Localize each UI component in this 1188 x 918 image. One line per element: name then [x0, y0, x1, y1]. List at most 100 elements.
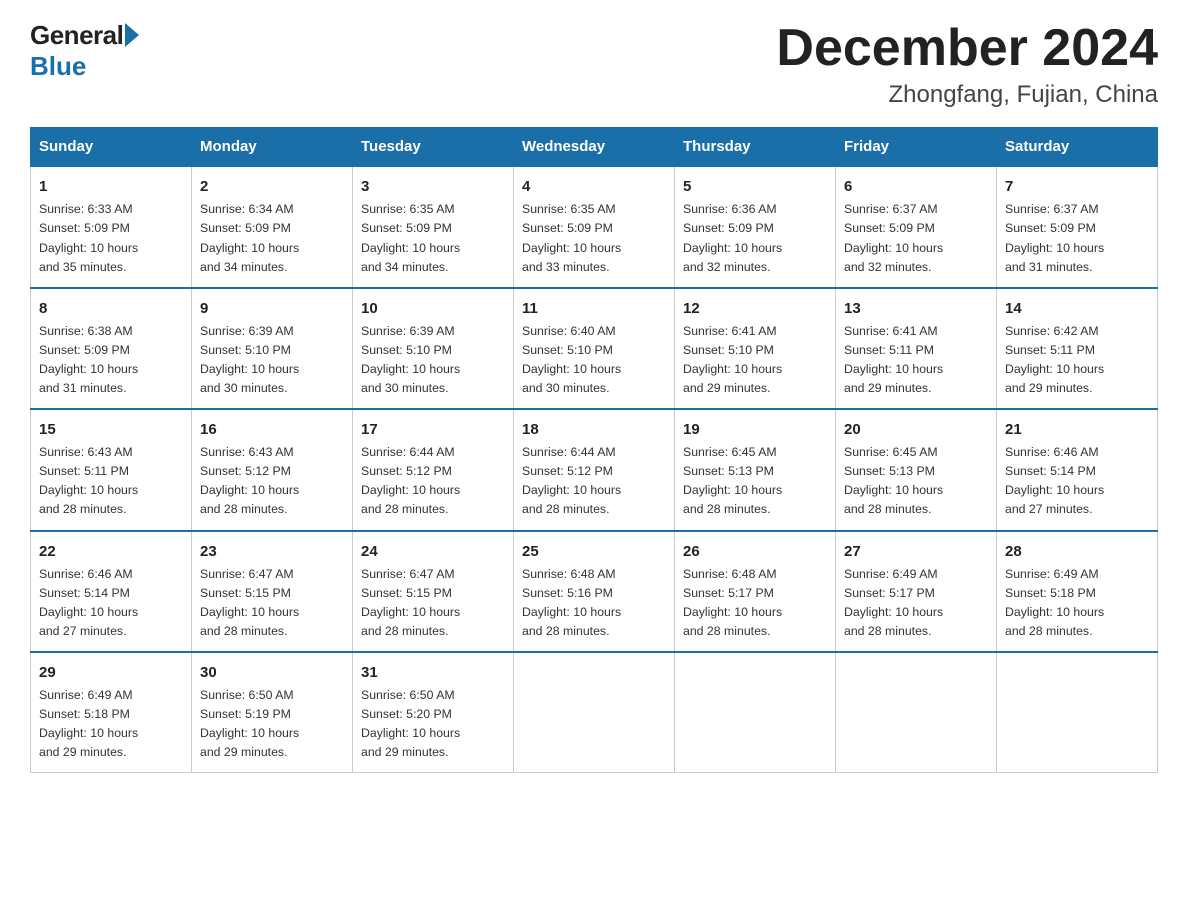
- day-info: Sunrise: 6:35 AM Sunset: 5:09 PM Dayligh…: [522, 200, 666, 276]
- calendar-cell: 1Sunrise: 6:33 AM Sunset: 5:09 PM Daylig…: [31, 166, 192, 287]
- day-number: 5: [683, 175, 827, 198]
- day-info: Sunrise: 6:45 AM Sunset: 5:13 PM Dayligh…: [683, 443, 827, 519]
- calendar-cell: 3Sunrise: 6:35 AM Sunset: 5:09 PM Daylig…: [353, 166, 514, 287]
- day-info: Sunrise: 6:46 AM Sunset: 5:14 PM Dayligh…: [1005, 443, 1149, 519]
- day-number: 7: [1005, 175, 1149, 198]
- day-info: Sunrise: 6:35 AM Sunset: 5:09 PM Dayligh…: [361, 200, 505, 276]
- weekday-header-tuesday: Tuesday: [353, 128, 514, 167]
- title-section: December 2024 Zhongfang, Fujian, China: [776, 20, 1158, 109]
- calendar-cell: 13Sunrise: 6:41 AM Sunset: 5:11 PM Dayli…: [836, 288, 997, 409]
- calendar-cell: 23Sunrise: 6:47 AM Sunset: 5:15 PM Dayli…: [192, 531, 353, 652]
- day-number: 17: [361, 418, 505, 441]
- month-title: December 2024: [776, 20, 1158, 77]
- day-info: Sunrise: 6:50 AM Sunset: 5:20 PM Dayligh…: [361, 686, 505, 762]
- calendar-cell: 22Sunrise: 6:46 AM Sunset: 5:14 PM Dayli…: [31, 531, 192, 652]
- calendar-week-row: 15Sunrise: 6:43 AM Sunset: 5:11 PM Dayli…: [31, 409, 1158, 530]
- day-info: Sunrise: 6:33 AM Sunset: 5:09 PM Dayligh…: [39, 200, 183, 276]
- day-info: Sunrise: 6:37 AM Sunset: 5:09 PM Dayligh…: [844, 200, 988, 276]
- calendar-cell: 2Sunrise: 6:34 AM Sunset: 5:09 PM Daylig…: [192, 166, 353, 287]
- calendar-cell: 25Sunrise: 6:48 AM Sunset: 5:16 PM Dayli…: [514, 531, 675, 652]
- day-number: 6: [844, 175, 988, 198]
- day-number: 8: [39, 297, 183, 320]
- calendar-cell: 6Sunrise: 6:37 AM Sunset: 5:09 PM Daylig…: [836, 166, 997, 287]
- day-info: Sunrise: 6:41 AM Sunset: 5:10 PM Dayligh…: [683, 322, 827, 398]
- calendar-cell: 15Sunrise: 6:43 AM Sunset: 5:11 PM Dayli…: [31, 409, 192, 530]
- day-number: 27: [844, 540, 988, 563]
- calendar-cell: 12Sunrise: 6:41 AM Sunset: 5:10 PM Dayli…: [675, 288, 836, 409]
- day-info: Sunrise: 6:48 AM Sunset: 5:17 PM Dayligh…: [683, 565, 827, 641]
- day-info: Sunrise: 6:38 AM Sunset: 5:09 PM Dayligh…: [39, 322, 183, 398]
- day-number: 30: [200, 661, 344, 684]
- day-number: 2: [200, 175, 344, 198]
- calendar-cell: 24Sunrise: 6:47 AM Sunset: 5:15 PM Dayli…: [353, 531, 514, 652]
- day-number: 19: [683, 418, 827, 441]
- weekday-header-wednesday: Wednesday: [514, 128, 675, 167]
- day-info: Sunrise: 6:47 AM Sunset: 5:15 PM Dayligh…: [361, 565, 505, 641]
- day-number: 16: [200, 418, 344, 441]
- calendar-cell: 7Sunrise: 6:37 AM Sunset: 5:09 PM Daylig…: [997, 166, 1158, 287]
- day-number: 31: [361, 661, 505, 684]
- calendar-cell: [675, 652, 836, 773]
- day-info: Sunrise: 6:44 AM Sunset: 5:12 PM Dayligh…: [361, 443, 505, 519]
- day-number: 29: [39, 661, 183, 684]
- calendar-cell: 17Sunrise: 6:44 AM Sunset: 5:12 PM Dayli…: [353, 409, 514, 530]
- day-number: 24: [361, 540, 505, 563]
- location-title: Zhongfang, Fujian, China: [776, 81, 1158, 109]
- day-number: 14: [1005, 297, 1149, 320]
- calendar-cell: 4Sunrise: 6:35 AM Sunset: 5:09 PM Daylig…: [514, 166, 675, 287]
- weekday-header-monday: Monday: [192, 128, 353, 167]
- calendar-cell: 18Sunrise: 6:44 AM Sunset: 5:12 PM Dayli…: [514, 409, 675, 530]
- calendar-cell: 27Sunrise: 6:49 AM Sunset: 5:17 PM Dayli…: [836, 531, 997, 652]
- weekday-header-sunday: Sunday: [31, 128, 192, 167]
- calendar-cell: 21Sunrise: 6:46 AM Sunset: 5:14 PM Dayli…: [997, 409, 1158, 530]
- day-info: Sunrise: 6:49 AM Sunset: 5:17 PM Dayligh…: [844, 565, 988, 641]
- calendar-cell: 8Sunrise: 6:38 AM Sunset: 5:09 PM Daylig…: [31, 288, 192, 409]
- calendar-cell: 9Sunrise: 6:39 AM Sunset: 5:10 PM Daylig…: [192, 288, 353, 409]
- calendar-cell: 30Sunrise: 6:50 AM Sunset: 5:19 PM Dayli…: [192, 652, 353, 773]
- day-info: Sunrise: 6:43 AM Sunset: 5:11 PM Dayligh…: [39, 443, 183, 519]
- weekday-header-thursday: Thursday: [675, 128, 836, 167]
- day-number: 9: [200, 297, 344, 320]
- weekday-header-friday: Friday: [836, 128, 997, 167]
- day-number: 26: [683, 540, 827, 563]
- day-info: Sunrise: 6:37 AM Sunset: 5:09 PM Dayligh…: [1005, 200, 1149, 276]
- day-number: 13: [844, 297, 988, 320]
- calendar-cell: 5Sunrise: 6:36 AM Sunset: 5:09 PM Daylig…: [675, 166, 836, 287]
- calendar-week-row: 8Sunrise: 6:38 AM Sunset: 5:09 PM Daylig…: [31, 288, 1158, 409]
- logo: General Blue: [30, 20, 139, 82]
- calendar-cell: 28Sunrise: 6:49 AM Sunset: 5:18 PM Dayli…: [997, 531, 1158, 652]
- logo-general-text: General: [30, 20, 123, 51]
- page-header: General Blue December 2024 Zhongfang, Fu…: [30, 20, 1158, 109]
- day-info: Sunrise: 6:44 AM Sunset: 5:12 PM Dayligh…: [522, 443, 666, 519]
- calendar-cell: 19Sunrise: 6:45 AM Sunset: 5:13 PM Dayli…: [675, 409, 836, 530]
- day-info: Sunrise: 6:39 AM Sunset: 5:10 PM Dayligh…: [200, 322, 344, 398]
- day-info: Sunrise: 6:48 AM Sunset: 5:16 PM Dayligh…: [522, 565, 666, 641]
- day-number: 3: [361, 175, 505, 198]
- weekday-header-saturday: Saturday: [997, 128, 1158, 167]
- day-info: Sunrise: 6:49 AM Sunset: 5:18 PM Dayligh…: [39, 686, 183, 762]
- day-number: 21: [1005, 418, 1149, 441]
- day-number: 12: [683, 297, 827, 320]
- day-number: 20: [844, 418, 988, 441]
- calendar-cell: 26Sunrise: 6:48 AM Sunset: 5:17 PM Dayli…: [675, 531, 836, 652]
- calendar-cell: [997, 652, 1158, 773]
- day-number: 10: [361, 297, 505, 320]
- calendar-table: SundayMondayTuesdayWednesdayThursdayFrid…: [30, 127, 1158, 773]
- calendar-cell: 14Sunrise: 6:42 AM Sunset: 5:11 PM Dayli…: [997, 288, 1158, 409]
- calendar-cell: 16Sunrise: 6:43 AM Sunset: 5:12 PM Dayli…: [192, 409, 353, 530]
- day-number: 22: [39, 540, 183, 563]
- calendar-cell: [514, 652, 675, 773]
- day-info: Sunrise: 6:42 AM Sunset: 5:11 PM Dayligh…: [1005, 322, 1149, 398]
- day-number: 15: [39, 418, 183, 441]
- day-info: Sunrise: 6:34 AM Sunset: 5:09 PM Dayligh…: [200, 200, 344, 276]
- day-number: 23: [200, 540, 344, 563]
- day-number: 18: [522, 418, 666, 441]
- day-info: Sunrise: 6:41 AM Sunset: 5:11 PM Dayligh…: [844, 322, 988, 398]
- calendar-cell: 11Sunrise: 6:40 AM Sunset: 5:10 PM Dayli…: [514, 288, 675, 409]
- logo-blue-text: Blue: [30, 51, 86, 82]
- day-info: Sunrise: 6:46 AM Sunset: 5:14 PM Dayligh…: [39, 565, 183, 641]
- logo-arrow-icon: [125, 23, 139, 47]
- weekday-header-row: SundayMondayTuesdayWednesdayThursdayFrid…: [31, 128, 1158, 167]
- calendar-cell: [836, 652, 997, 773]
- calendar-week-row: 29Sunrise: 6:49 AM Sunset: 5:18 PM Dayli…: [31, 652, 1158, 773]
